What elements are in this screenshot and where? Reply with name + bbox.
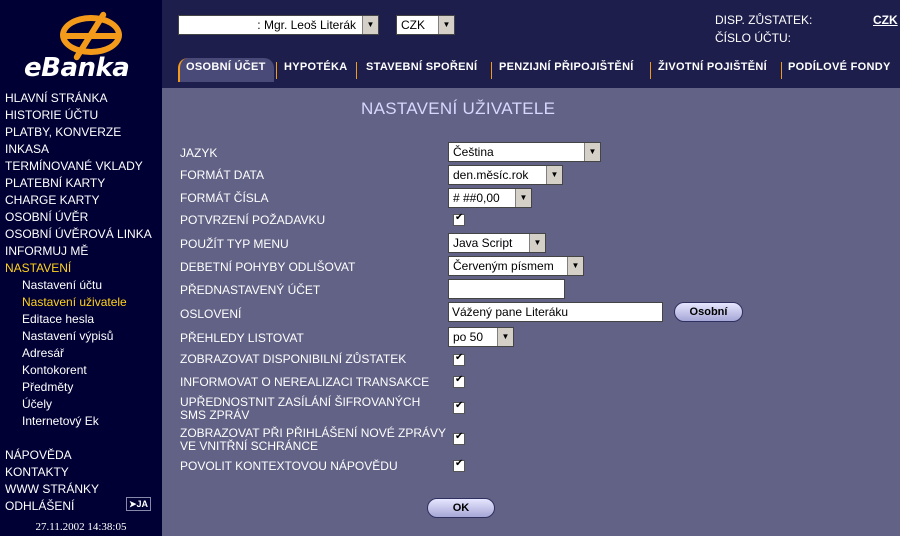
subitem-predmety[interactable]: Předměty <box>22 380 73 394</box>
debetni-select[interactable]: Červeným písmem ▼ <box>448 256 584 276</box>
chevron-down-icon: ▼ <box>362 16 378 34</box>
potvrzeni-label: POTVRZENÍ POŽADAVKU <box>180 213 326 227</box>
debetni-label: DEBETNÍ POHYBY ODLIŠOVAT <box>180 260 356 274</box>
chevron-down-icon: ▼ <box>529 234 545 252</box>
tab-separator <box>491 62 492 79</box>
sidebar-item-charge-karty[interactable]: CHARGE KARTY <box>5 193 99 207</box>
sidebar-item-platby[interactable]: PLATBY, KONVERZE <box>5 125 121 139</box>
zobrazovat-zpravy-label-line2: VE VNITŘNÍ SCHRÁNCE <box>180 439 319 453</box>
prehledy-value: po 50 <box>453 330 484 344</box>
sidebar-item-informuj-me[interactable]: INFORMUJ MĚ <box>5 244 88 258</box>
sidebar-item-inkasa[interactable]: INKASA <box>5 142 49 156</box>
subitem-kontokorent[interactable]: Kontokorent <box>22 363 87 377</box>
sidebar-item-osobni-uver[interactable]: OSOBNÍ ÚVĚR <box>5 210 88 224</box>
sidebar-item-www-stranky[interactable]: WWW STRÁNKY <box>5 482 99 496</box>
sidebar-item-uverova-linka[interactable]: OSOBNÍ ÚVĚROVÁ LINKA <box>5 227 152 241</box>
upřednostnit-label-line1: UPŘEDNOSTNIT ZASÍLÁNÍ ŠIFROVANÝCH <box>180 395 421 409</box>
brand-name: eBanka <box>24 53 130 83</box>
typ-menu-value: Java Script <box>453 236 513 250</box>
currency-select-value: CZK <box>401 18 425 32</box>
subitem-nastaveni-uctu[interactable]: Nastavení účtu <box>22 278 102 292</box>
user-select[interactable]: : Mgr. Leoš Literák ▼ <box>178 15 379 35</box>
upřednostnit-label-line2: SMS ZPRÁV <box>180 408 250 422</box>
format-cisla-select[interactable]: # ##0,00 ▼ <box>448 188 532 208</box>
format-cisla-value: # ##0,00 <box>453 191 500 205</box>
sidebar-item-historie-uctu[interactable]: HISTORIE ÚČTU <box>5 108 98 122</box>
sidebar-item-kontakty[interactable]: KONTAKTY <box>5 465 69 479</box>
jazyk-label: JAZYK <box>180 146 218 160</box>
chevron-down-icon: ▼ <box>546 166 562 184</box>
format-cisla-label: FORMÁT ČÍSLA <box>180 191 269 205</box>
zobrazovat-zpravy-checkbox[interactable] <box>453 431 465 445</box>
jazyk-value: Čeština <box>453 145 494 159</box>
tab-zivotni-pojisteni[interactable]: ŽIVOTNÍ POJIŠTĚNÍ <box>658 61 767 73</box>
currency-link[interactable]: CZK <box>873 13 898 27</box>
product-tabs: OSOBNÍ ÚČET HYPOTÉKA STAVEBNÍ SPOŘENÍ PE… <box>178 58 900 84</box>
osloveni-label: OSLOVENÍ <box>180 307 242 321</box>
prednastaveny-label: PŘEDNASTAVENÝ ÚČET <box>180 283 321 297</box>
format-data-select[interactable]: den.měsíc.rok ▼ <box>448 165 563 185</box>
informovat-label: INFORMOVAT O NEREALIZACI TRANSAKCE <box>180 375 430 389</box>
timestamp: 27.11.2002 14:38:05 <box>35 521 127 533</box>
format-data-value: den.měsíc.rok <box>453 168 529 182</box>
zobrazovat-disp-label: ZOBRAZOVAT DISPONIBILNÍ ZŮSTATEK <box>180 352 407 366</box>
disp-zustatek-label: DISP. ZŮSTATEK: <box>715 13 813 27</box>
chevron-down-icon: ▼ <box>584 143 600 161</box>
osobni-button[interactable]: Osobní <box>674 302 743 322</box>
prehledy-select[interactable]: po 50 ▼ <box>448 327 514 347</box>
tab-separator <box>276 62 277 79</box>
subitem-nastaveni-uzivatele[interactable]: Nastavení uživatele <box>22 295 127 309</box>
kontextova-label: POVOLIT KONTEXTOVOU NÁPOVĚDU <box>180 459 398 473</box>
tab-separator <box>650 62 651 79</box>
currency-select[interactable]: CZK ▼ <box>396 15 455 35</box>
informovat-checkbox[interactable] <box>453 374 465 388</box>
sidebar-item-nastaveni[interactable]: NASTAVENÍ <box>5 261 71 275</box>
prehledy-label: PŘEHLEDY LISTOVAT <box>180 331 304 345</box>
tab-hypoteka[interactable]: HYPOTÉKA <box>284 61 348 73</box>
tab-separator <box>356 62 357 79</box>
subitem-adresar[interactable]: Adresář <box>22 346 64 360</box>
tab-podilove-fondy[interactable]: PODÍLOVÉ FONDY <box>788 61 891 73</box>
tab-stavebni-sporeni[interactable]: STAVEBNÍ SPOŘENÍ <box>366 61 477 73</box>
tab-osobni-ucet[interactable]: OSOBNÍ ÚČET <box>186 61 266 73</box>
subitem-internetovy-ek[interactable]: Internetový Ek <box>22 414 99 428</box>
zobrazovat-disp-checkbox[interactable] <box>453 352 465 366</box>
subitem-ucely[interactable]: Účely <box>22 397 52 411</box>
kontextova-checkbox[interactable] <box>453 458 465 472</box>
prednastaveny-input[interactable] <box>448 279 565 299</box>
sidebar-item-hlavni-stranka[interactable]: HLAVNÍ STRÁNKA <box>5 91 107 105</box>
typ-menu-select[interactable]: Java Script ▼ <box>448 233 546 253</box>
sidebar-item-platebni-karty[interactable]: PLATEBNÍ KARTY <box>5 176 105 190</box>
jazyk-select[interactable]: Čeština ▼ <box>448 142 601 162</box>
chevron-down-icon: ▼ <box>515 189 531 207</box>
ja-button[interactable]: ➤JA <box>126 497 152 511</box>
cislo-uctu-label: ČÍSLO ÚČTU: <box>715 31 792 45</box>
typ-menu-label: POUŽÍT TYP MENU <box>180 237 289 251</box>
user-select-value: : Mgr. Leoš Literák <box>257 18 356 32</box>
subitem-editace-hesla[interactable]: Editace hesla <box>22 312 94 326</box>
zobrazovat-zpravy-label-line1: ZOBRAZOVAT PŘI PŘIHLÁŠENÍ NOVÉ ZPRÁVY <box>180 426 447 440</box>
chevron-down-icon: ▼ <box>497 328 513 346</box>
osloveni-input[interactable]: Vážený pane Literáku <box>448 302 663 322</box>
page-title: NASTAVENÍ UŽIVATELE <box>361 99 556 118</box>
debetni-value: Červeným písmem <box>453 259 554 273</box>
ebanka-logo[interactable]: eBanka <box>0 0 162 90</box>
subitem-nastaveni-vypisu[interactable]: Nastavení výpisů <box>22 329 113 343</box>
tab-separator <box>781 62 782 79</box>
chevron-down-icon: ▼ <box>438 16 454 34</box>
potvrzeni-checkbox[interactable] <box>453 212 465 226</box>
sidebar-item-napoveda[interactable]: NÁPOVĚDA <box>5 448 72 462</box>
ok-button[interactable]: OK <box>427 498 495 518</box>
upřednostnit-checkbox[interactable] <box>453 400 465 414</box>
chevron-down-icon: ▼ <box>567 257 583 275</box>
sidebar: eBanka HLAVNÍ STRÁNKA HISTORIE ÚČTU PLAT… <box>0 0 162 536</box>
format-data-label: FORMÁT DATA <box>180 168 264 182</box>
sidebar-item-odhlaseni[interactable]: ODHLÁŠENÍ <box>5 499 74 513</box>
sidebar-item-terminovane-vklady[interactable]: TERMÍNOVANÉ VKLADY <box>5 159 143 173</box>
tab-penzijni-pripojisteni[interactable]: PENZIJNÍ PŘIPOJIŠTĚNÍ <box>499 61 634 73</box>
